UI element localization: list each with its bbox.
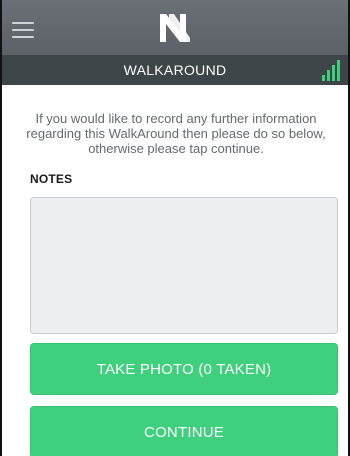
continue-button[interactable]: CONTINUE (30, 406, 338, 456)
app-frame: WALKAROUND If you would like to record a… (0, 0, 350, 456)
instructions-text: If you would like to record any further … (26, 111, 326, 156)
notes-textarea[interactable] (30, 197, 338, 334)
notes-label: NOTES (30, 172, 73, 186)
take-photo-button[interactable]: TAKE PHOTO (0 TAKEN) (30, 343, 338, 395)
signal-strength-icon (322, 60, 340, 81)
screen-title: WALKAROUND (123, 62, 227, 78)
screen-title-bar: WALKAROUND (2, 55, 348, 85)
brand-logo (160, 14, 190, 42)
top-app-bar (2, 0, 348, 55)
hamburger-menu-icon[interactable] (12, 22, 34, 38)
